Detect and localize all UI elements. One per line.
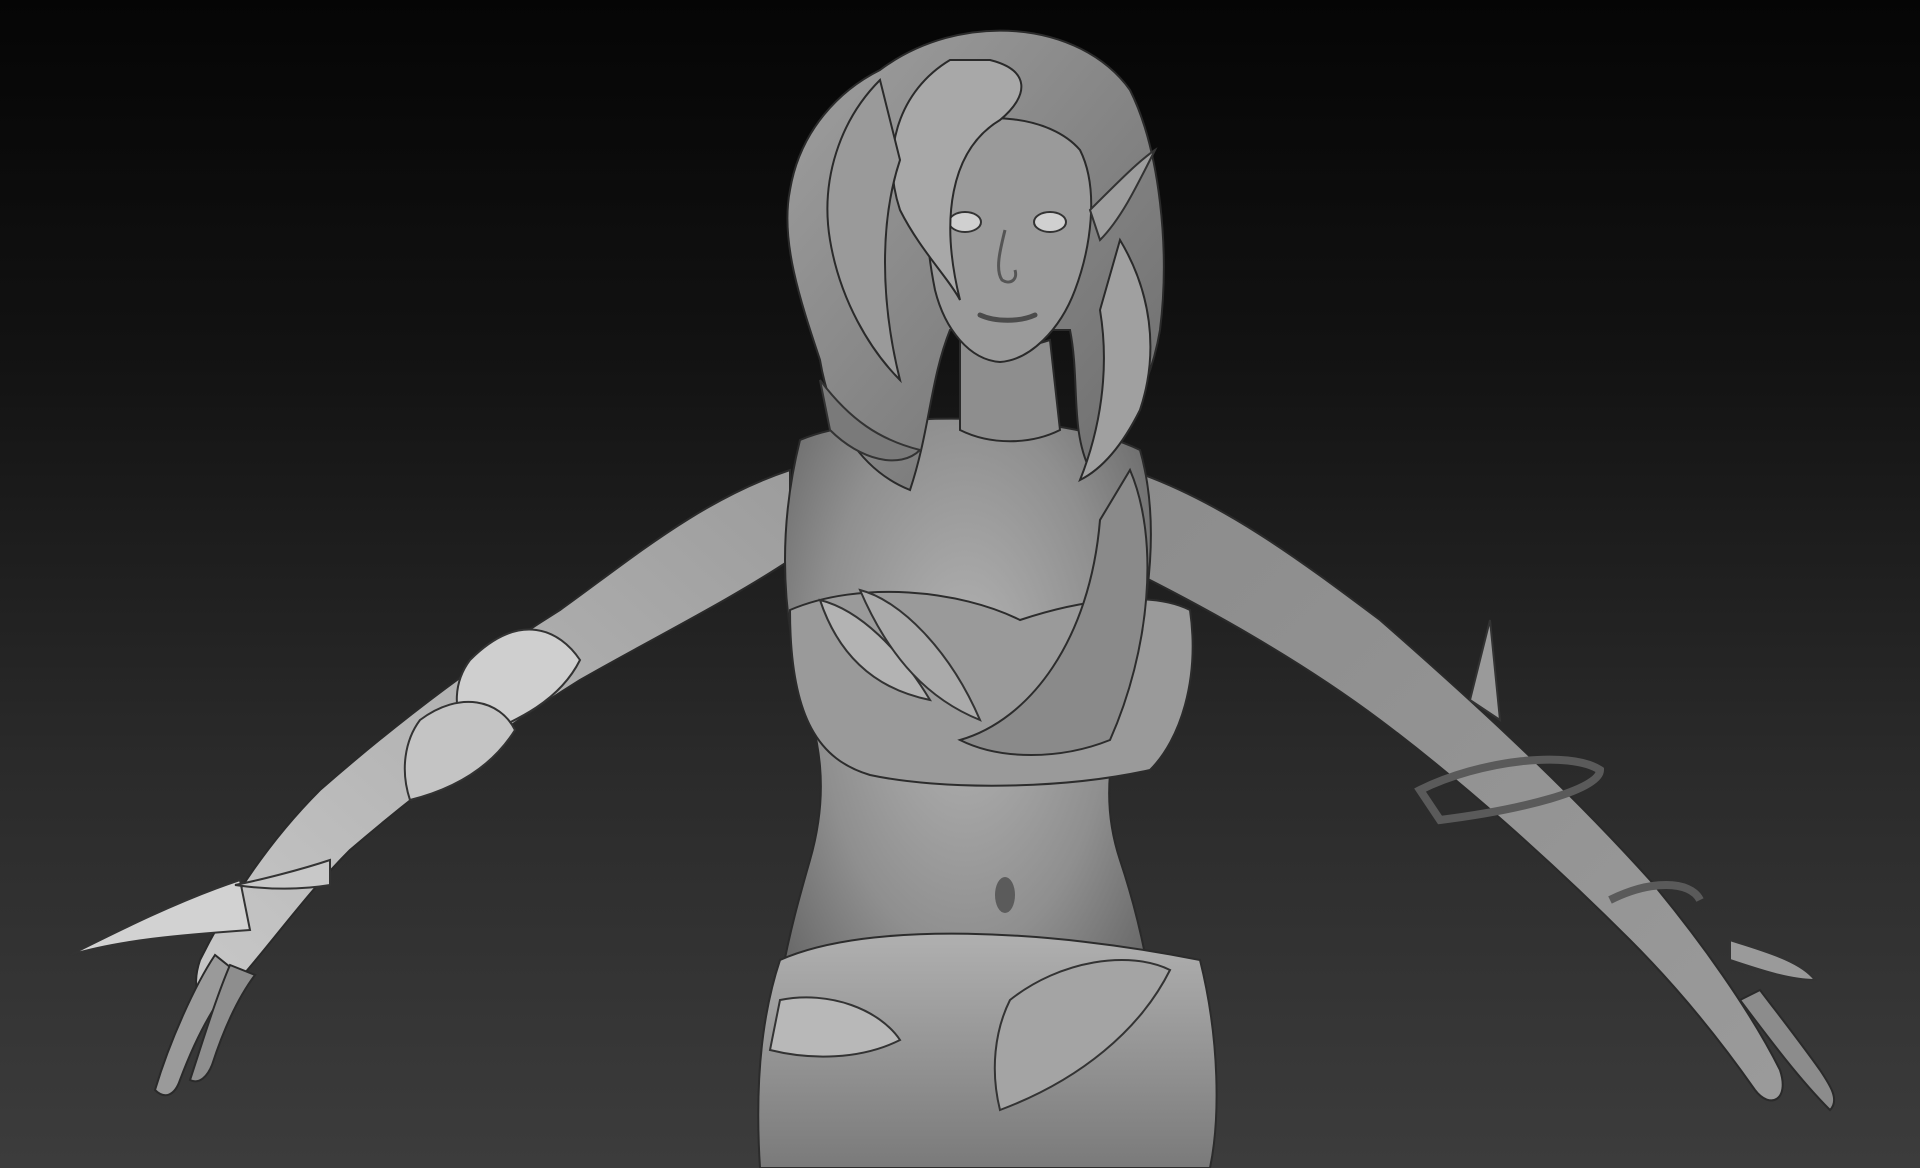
left-arm bbox=[69, 468, 791, 1097]
right-arm bbox=[1129, 468, 1836, 1112]
sculpt-canvas[interactable] bbox=[0, 0, 1920, 1168]
torso bbox=[757, 417, 1218, 1168]
sculpt-viewport[interactable] bbox=[0, 0, 1920, 1168]
